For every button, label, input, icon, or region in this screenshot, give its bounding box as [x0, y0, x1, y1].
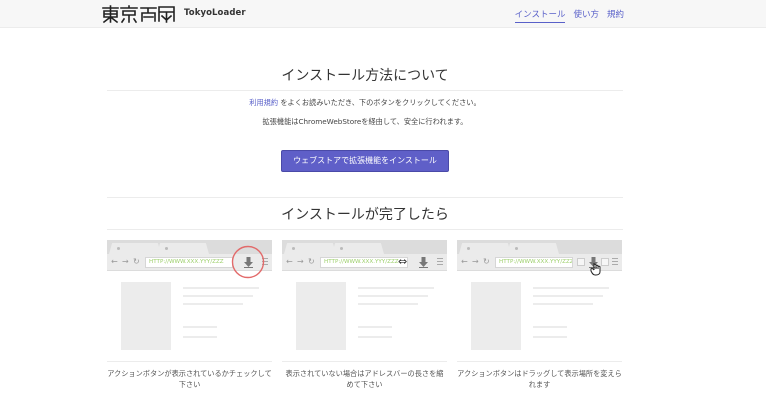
mock-extension-slot	[601, 258, 609, 266]
back-arrow-icon: ←	[111, 257, 118, 266]
mock-tabbar	[282, 240, 447, 254]
mock-text-line	[183, 303, 243, 305]
nav-usage-link[interactable]: 使い方	[573, 8, 599, 23]
mock-content-image	[471, 282, 521, 350]
mock-tab	[284, 243, 336, 254]
install-instructions-text: をよくお読みいただき、下のボタンをクリックしてください。	[280, 98, 481, 107]
back-arrow-icon: ←	[461, 257, 468, 266]
mock-text-line	[533, 295, 603, 297]
terms-link[interactable]: 利用規約	[249, 98, 278, 107]
extension-download-icon	[419, 257, 428, 268]
mock-tab	[459, 243, 511, 254]
nav-terms-link[interactable]: 規約	[607, 8, 624, 23]
mock-content-image	[296, 282, 346, 350]
caption-divider	[282, 361, 447, 362]
navbar: TokyoLoader インストール 使い方 規約	[0, 0, 766, 28]
mock-text-line	[183, 295, 253, 297]
highlight-ring-icon	[231, 245, 265, 279]
done-title-divider	[107, 229, 623, 230]
mock-address-bar: HTTP://WWW.XXX.YYY/ZZZ	[145, 257, 233, 268]
mock-text-line	[358, 336, 392, 338]
forward-arrow-icon: →	[122, 257, 129, 266]
done-title: インストールが完了したら	[281, 207, 449, 223]
reload-icon: ↻	[133, 257, 140, 266]
mock-address-bar: HTTP://WWW.XXX.YYY/ZZZ	[320, 257, 408, 268]
mock-text-line	[358, 295, 428, 297]
mock-text-line	[358, 303, 418, 305]
resize-cursor-icon: ⇔	[398, 255, 408, 268]
browser-mockup-drag: ← → ↻ HTTP://WWW.XXX.YYY/ZZZ	[457, 240, 622, 353]
mock-text-line	[358, 326, 392, 328]
mock-text-line	[183, 287, 259, 289]
forward-arrow-icon: →	[472, 257, 479, 266]
browser-mockup-check: ← → ↻ HTTP://WWW.XXX.YYY/ZZZ	[107, 240, 272, 353]
install-instructions: 利用規約 をよくお読みいただき、下のボタンをクリックしてください。	[107, 98, 623, 108]
brand-name: TokyoLoader	[184, 8, 246, 18]
mock-tabbar	[457, 240, 622, 254]
mock-toolbar: ← → ↻ HTTP://WWW.XXX.YYY/ZZZ ⇔	[282, 254, 447, 271]
caption-resize: 表示されていない場合はアドレスバーの長さを縮めて下さい	[285, 369, 444, 389]
install-title: インストール方法について	[281, 68, 449, 84]
mock-text-line	[358, 287, 434, 289]
mock-tab	[109, 243, 161, 254]
mock-text-line	[533, 326, 567, 328]
mock-content-image	[121, 282, 171, 350]
caption-divider	[107, 361, 272, 362]
back-arrow-icon: ←	[286, 257, 293, 266]
mock-text-line	[183, 336, 217, 338]
mock-address-bar: HTTP://WWW.XXX.YYY/ZZZ	[495, 257, 573, 268]
caption-divider	[457, 361, 622, 362]
mock-extension-slot	[577, 258, 585, 266]
section-divider	[107, 197, 623, 198]
mock-tab	[332, 243, 384, 254]
tokyoloader-logo[interactable]	[101, 4, 175, 24]
mock-tab	[507, 243, 559, 254]
mock-text-line	[533, 287, 609, 289]
reload-icon: ↻	[308, 257, 315, 266]
forward-arrow-icon: →	[297, 257, 304, 266]
install-webstore-button[interactable]: ウェブストアで拡張機能をインストール	[281, 150, 449, 172]
nav-install-link[interactable]: インストール	[514, 8, 566, 23]
security-note: 拡張機能はChromeWebStoreを経由して、安全に行われます。	[262, 117, 468, 126]
nav-links: インストール 使い方 規約	[514, 8, 624, 23]
mock-text-line	[183, 326, 217, 328]
mock-tab	[157, 243, 209, 254]
mock-text-line	[533, 303, 593, 305]
reload-icon: ↻	[483, 257, 490, 266]
browser-mockup-resize: ← → ↻ HTTP://WWW.XXX.YYY/ZZZ ⇔	[282, 240, 447, 353]
install-title-divider	[107, 90, 623, 91]
mock-text-line	[533, 336, 567, 338]
caption-drag: アクションボタンはドラッグして表示場所を変えられます	[457, 369, 622, 389]
caption-check: アクションボタンが表示されているかチェックして下さい	[107, 369, 272, 389]
grab-hand-cursor-icon	[590, 263, 601, 276]
mock-menu-icon	[437, 258, 443, 266]
mock-menu-icon	[612, 258, 618, 266]
